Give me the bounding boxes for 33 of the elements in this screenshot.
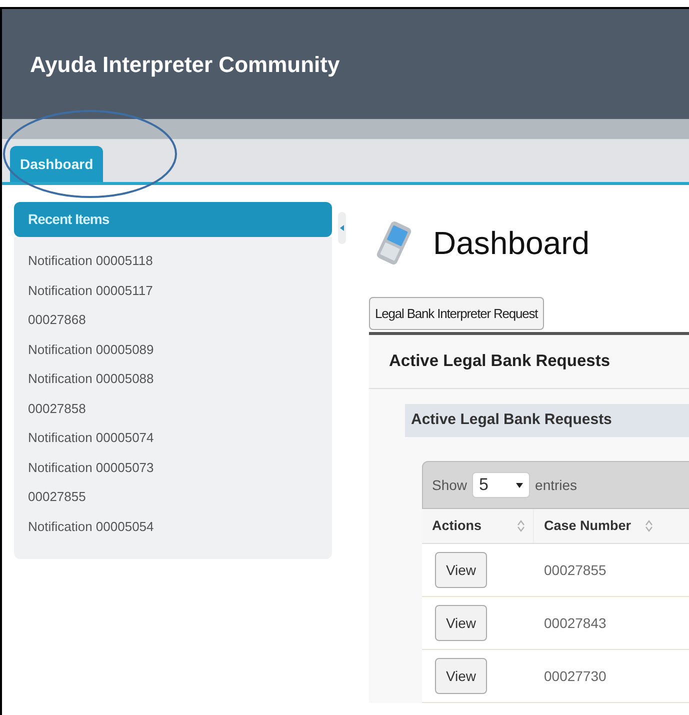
entries-label: entries [535, 476, 578, 494]
page-title: Dashboard [433, 224, 590, 263]
column-header[interactable]: Case Number [534, 509, 689, 543]
recent-item-link[interactable]: Notification 00005073 [28, 456, 318, 480]
panel-title: Active Legal Bank Requests [389, 351, 610, 372]
entries-value: 5 [479, 474, 488, 496]
recent-item-link[interactable]: Notification 00005054 [28, 514, 318, 538]
recent-item-link[interactable]: Notification 00005118 [28, 249, 318, 273]
recent-item-link[interactable]: Notification 00005089 [28, 338, 318, 362]
sort-icon [517, 520, 525, 532]
collapse-handle[interactable] [338, 212, 346, 244]
column-header[interactable]: Actions [422, 509, 534, 543]
recent-item-link[interactable]: 00027858 [28, 396, 318, 420]
recent-item-link[interactable]: Notification 00005088 [28, 367, 318, 391]
legal-bank-request-button[interactable]: Legal Bank Interpreter Request [369, 297, 544, 330]
recent-item-link[interactable]: 00027868 [28, 308, 318, 332]
view-button[interactable]: View [435, 552, 487, 588]
collapse-arrow-icon [340, 225, 344, 231]
view-button[interactable]: View [435, 605, 487, 641]
recent-item-link[interactable]: Notification 00005074 [28, 426, 318, 450]
site-title: Ayuda Interpreter Community [30, 50, 340, 79]
case-number-cell-text: 00027843 [543, 614, 606, 632]
case-number-cell-text: 00027855 [543, 560, 606, 580]
entries-select[interactable]: 5 [472, 472, 530, 498]
recent-item-link[interactable]: 00027855 [28, 485, 318, 509]
section-title: Active Legal Bank Requests [411, 410, 612, 430]
view-button[interactable]: View [435, 658, 487, 694]
dropdown-arrow-icon [516, 482, 524, 488]
sort-icon [645, 520, 654, 532]
case-number-cell-text: 00027730 [543, 666, 606, 686]
sidebar-title: Recent Items [28, 210, 110, 229]
recent-item-link[interactable]: Notification 00005117 [28, 278, 318, 302]
show-label: Show [432, 476, 468, 494]
